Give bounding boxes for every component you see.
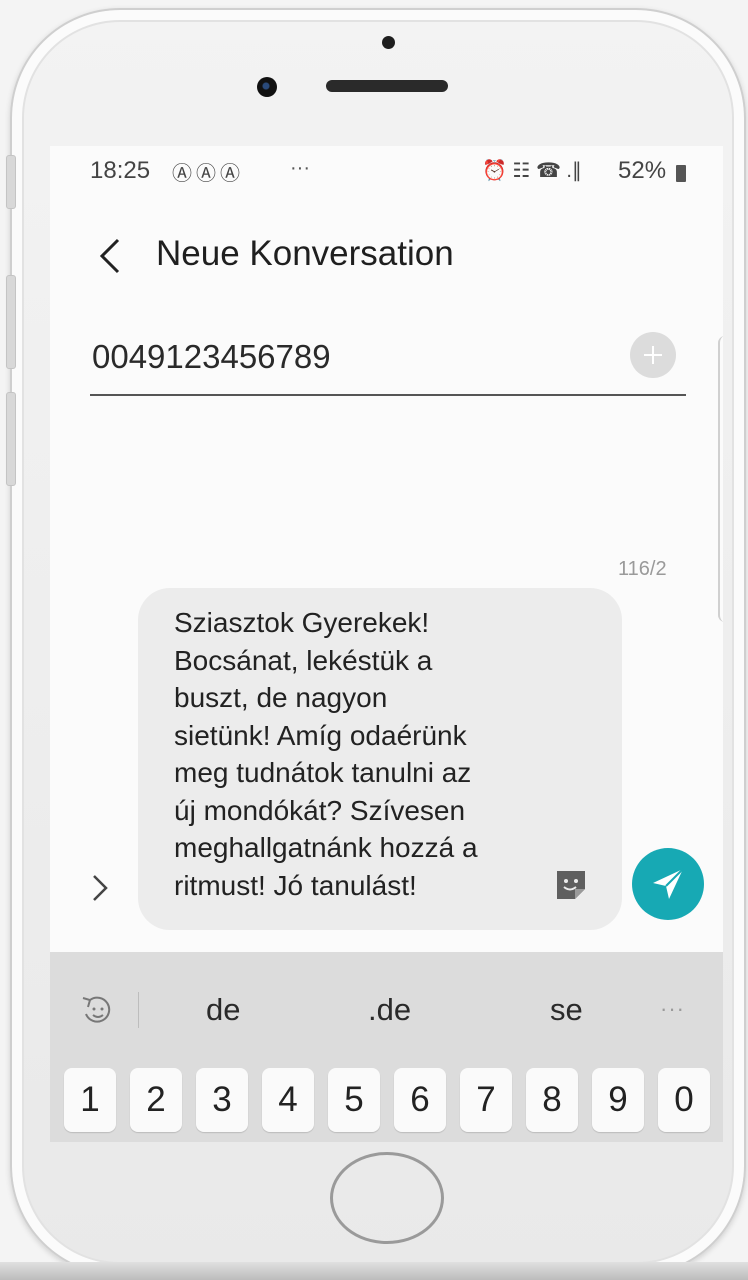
send-button[interactable] [632,848,704,920]
key-2[interactable]: 2 [130,1068,182,1132]
home-button[interactable] [330,1152,444,1244]
recipient-number[interactable]: 0049123456789 [92,338,331,376]
key-7[interactable]: 7 [460,1068,512,1132]
sticker-icon[interactable] [554,868,588,902]
emoji-icon[interactable] [78,990,118,1030]
message-input[interactable]: Sziasztok Gyerekek! Bocsánat, lekéstük a… [138,588,622,930]
key-3[interactable]: 3 [196,1068,248,1132]
key-8[interactable]: 8 [526,1068,578,1132]
key-9[interactable]: 9 [592,1068,644,1132]
keyboard: de .de se ··· 1 2 3 4 5 6 7 8 9 0 [50,952,723,1142]
mute-switch [6,155,16,209]
expand-chevron-icon[interactable] [88,868,112,908]
page-title: Neue Konversation [156,234,454,273]
proximity-sensor [382,36,395,49]
front-camera [257,77,277,97]
notification-icons: ⒶⒶⒶ [172,163,244,185]
character-counter: 116/2 [618,558,667,580]
screen: 18:25 ⒶⒶⒶ ··· ⏰ ☷ ☎ .∥ 52% Neue Konversa… [50,146,723,1142]
earpiece-speaker [326,80,448,92]
status-bar: 18:25 ⒶⒶⒶ ··· ⏰ ☷ ☎ .∥ 52% [50,146,723,200]
number-row: 1 2 3 4 5 6 7 8 9 0 [64,1068,714,1138]
add-contact-icon[interactable] [630,332,676,378]
battery-percent: 52% [618,157,667,184]
recipient-field[interactable]: 0049123456789 [90,334,686,396]
back-arrow-icon[interactable] [94,234,130,278]
bottom-edge [0,1262,748,1280]
volume-down-button [6,392,16,486]
status-time: 18:25 [90,157,151,184]
suggestion-2[interactable]: .de [368,992,411,1028]
suggestion-3[interactable]: se [550,992,583,1028]
more-suggestions-icon[interactable]: ··· [660,996,685,1022]
message-text[interactable]: Sziasztok Gyerekek! Bocsánat, lekéstük a… [174,604,554,904]
battery-icon [676,165,686,182]
suggestion-1[interactable]: de [206,992,240,1028]
send-icon [653,868,684,899]
key-1[interactable]: 1 [64,1068,116,1132]
key-4[interactable]: 4 [262,1068,314,1132]
app-header: Neue Konversation [50,224,723,288]
volume-up-button [6,275,16,369]
scroll-indicator [718,336,723,622]
more-notifications-icon: ··· [290,157,310,179]
system-status-icons: ⏰ ☷ ☎ .∥ [482,160,582,182]
key-6[interactable]: 6 [394,1068,446,1132]
key-0[interactable]: 0 [658,1068,710,1132]
key-5[interactable]: 5 [328,1068,380,1132]
suggestion-divider [138,992,139,1028]
suggestion-bar: de .de se ··· [50,952,723,1062]
